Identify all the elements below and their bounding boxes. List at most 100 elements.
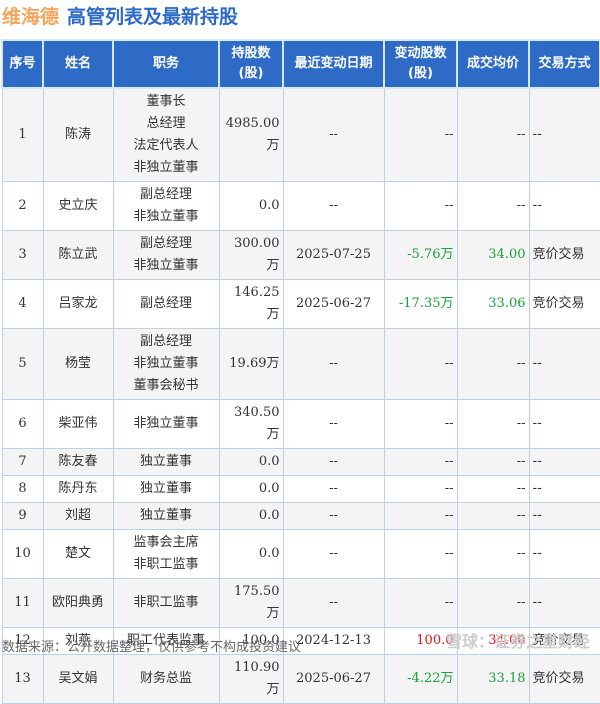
roles-cell: 非职工监事 xyxy=(112,578,220,628)
name-cell: 陈立武 xyxy=(42,230,114,280)
column-header: 交易方式 xyxy=(528,39,600,89)
price-cell: -- xyxy=(456,399,530,449)
page-title: 维海德 高管列表及最新持股 xyxy=(2,2,238,29)
date-cell: -- xyxy=(282,475,385,503)
change-cell: -4.22万 xyxy=(383,654,458,704)
role: 非独立董事 xyxy=(133,356,199,371)
table-row: 10 楚文 监事会主席 非职工监事 0.0 -- -- -- -- xyxy=(1,529,600,579)
shares-cell: 0.0 xyxy=(218,529,284,579)
price-cell: -- xyxy=(456,578,530,628)
shares-cell: 110.90万 xyxy=(218,654,284,704)
change-cell: -- xyxy=(383,87,458,182)
row-number: 1 xyxy=(1,87,44,182)
date-cell: -- xyxy=(282,399,385,449)
method-cell: 竞价交易 xyxy=(528,654,600,704)
role: 副总经理 xyxy=(139,236,192,251)
role: 副总经理 xyxy=(139,334,192,349)
price-cell: 33.18 xyxy=(456,654,530,704)
row-number: 4 xyxy=(1,279,44,329)
roles-cell: 副总经理 非独立董事 xyxy=(112,230,220,280)
price-cell: -- xyxy=(456,328,530,400)
roles-cell: 董事长 总经理 法定代表人 非独立董事 xyxy=(112,87,220,182)
name-cell: 吴文娟 xyxy=(42,654,114,704)
watermark: 雪球：证券之星财经 xyxy=(445,632,590,651)
price-cell: -- xyxy=(456,502,530,530)
method-cell: -- xyxy=(528,399,600,449)
role: 副总经理 xyxy=(139,296,192,311)
roles-cell: 副总经理 非独立董事 xyxy=(112,181,220,231)
name-cell: 欧阳典勇 xyxy=(42,578,114,628)
row-number: 5 xyxy=(1,328,44,400)
table-row: 5 杨莹 副总经理 非独立董事 董事会秘书 19.69万 -- -- -- -- xyxy=(1,328,600,400)
shares-cell: 19.69万 xyxy=(218,328,284,400)
roles-cell: 独立董事 xyxy=(112,448,220,476)
change-cell: -- xyxy=(383,181,458,231)
role: 非独立董事 xyxy=(133,258,199,273)
row-number: 9 xyxy=(1,502,44,530)
name-cell: 刘超 xyxy=(42,502,114,530)
table-row: 3 陈立武 副总经理 非独立董事 300.00万 2025-07-25 -5.76万 34.0… xyxy=(1,230,600,280)
method-cell: -- xyxy=(528,578,600,628)
change-cell: -- xyxy=(383,502,458,530)
method-cell: -- xyxy=(528,181,600,231)
change-cell: -- xyxy=(383,475,458,503)
roles-cell: 财务总监 xyxy=(112,654,220,704)
name-cell: 楚文 xyxy=(42,529,114,579)
roles-cell: 副总经理 xyxy=(112,279,220,329)
name-cell: 陈丹东 xyxy=(42,475,114,503)
role: 独立董事 xyxy=(139,454,192,469)
row-number: 10 xyxy=(1,529,44,579)
method-cell: -- xyxy=(528,475,600,503)
row-number: 11 xyxy=(1,578,44,628)
column-header: 最近变动日期 xyxy=(282,39,385,89)
price-cell: -- xyxy=(456,529,530,579)
shares-cell: 340.50万 xyxy=(218,399,284,449)
company-name: 维海德 xyxy=(2,6,60,28)
name-cell: 杨莹 xyxy=(42,328,114,400)
table-row: 8 陈丹东 独立董事 0.0 -- -- -- -- xyxy=(1,475,600,503)
role: 董事长 xyxy=(146,94,186,109)
roles-cell: 非独立董事 xyxy=(112,399,220,449)
roles-cell: 监事会主席 非职工监事 xyxy=(112,529,220,579)
change-cell: -- xyxy=(383,448,458,476)
method-cell: -- xyxy=(528,87,600,182)
shares-cell: 0.0 xyxy=(218,448,284,476)
shares-cell: 0.0 xyxy=(218,181,284,231)
name-cell: 史立庆 xyxy=(42,181,114,231)
date-cell: 2025-07-25 xyxy=(282,230,385,280)
shares-cell: 4985.00万 xyxy=(218,87,284,182)
table-row: 4 吕家龙 副总经理 146.25万 2025-06-27 -17.35万 33.06 竞价交… xyxy=(1,279,600,329)
date-cell: -- xyxy=(282,87,385,182)
price-cell: 34.00 xyxy=(456,230,530,280)
role: 监事会主席 xyxy=(133,535,199,550)
table-row: 6 柴亚伟 非独立董事 340.50万 -- -- -- -- xyxy=(1,399,600,449)
name-cell: 柴亚伟 xyxy=(42,399,114,449)
roles-cell: 独立董事 xyxy=(112,475,220,503)
role: 独立董事 xyxy=(139,481,192,496)
row-number: 13 xyxy=(1,654,44,704)
column-header: 成交均价 xyxy=(456,39,530,89)
column-header: 职务 xyxy=(112,39,220,89)
role: 非独立董事 xyxy=(133,209,199,224)
role: 总经理 xyxy=(146,116,186,131)
shares-cell: 0.0 xyxy=(218,475,284,503)
table-row: 1 陈涛 董事长 总经理 法定代表人 非独立董事 4985.00万 -- -- -- -- xyxy=(1,87,600,182)
column-header: 序号 xyxy=(1,39,44,89)
role: 非独立董事 xyxy=(133,416,199,431)
date-cell: 2025-06-27 xyxy=(282,279,385,329)
method-cell: 竞价交易 xyxy=(528,279,600,329)
shares-cell: 146.25万 xyxy=(218,279,284,329)
shares-cell: 175.50万 xyxy=(218,578,284,628)
date-cell: -- xyxy=(282,328,385,400)
change-cell: -17.35万 xyxy=(383,279,458,329)
date-cell: -- xyxy=(282,578,385,628)
price-cell: -- xyxy=(456,87,530,182)
name-cell: 陈涛 xyxy=(42,87,114,182)
column-header: 变动股数 (股) xyxy=(383,39,458,89)
table-row: 13 吴文娟 财务总监 110.90万 2025-06-27 -4.22万 33.18 竞价交… xyxy=(1,654,600,704)
date-cell: -- xyxy=(282,448,385,476)
method-cell: -- xyxy=(528,328,600,400)
role: 副总经理 xyxy=(139,187,192,202)
name-cell: 吕家龙 xyxy=(42,279,114,329)
row-number: 6 xyxy=(1,399,44,449)
